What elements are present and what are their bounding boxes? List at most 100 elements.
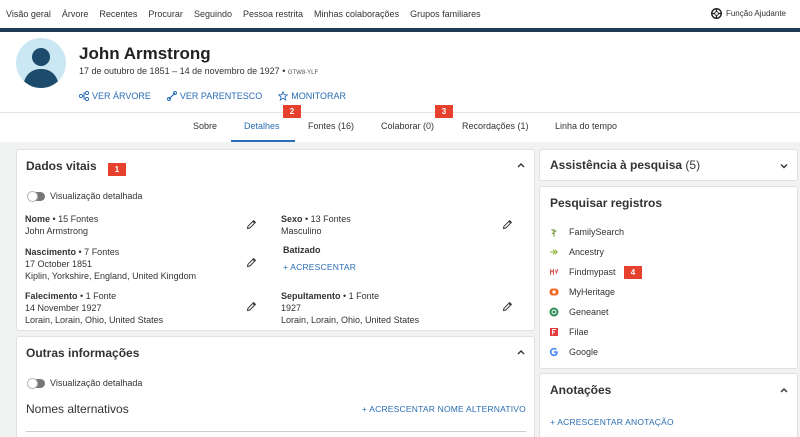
fact-sex-count[interactable]: • 13 Fontes bbox=[303, 214, 351, 224]
fact-burial-date: 1927 bbox=[281, 303, 302, 313]
fact-christening: Batizado bbox=[283, 244, 321, 256]
chevron-up-icon[interactable] bbox=[516, 160, 526, 170]
nav-restricted-person[interactable]: Pessoa restrita bbox=[243, 9, 303, 19]
chevron-up-icon[interactable] bbox=[779, 385, 789, 395]
record-google[interactable]: Google bbox=[549, 347, 598, 357]
edit-name-pencil-icon[interactable] bbox=[246, 219, 257, 230]
search-records-title: Pesquisar registros bbox=[550, 196, 663, 210]
avatar bbox=[16, 38, 66, 88]
edit-death-pencil-icon[interactable] bbox=[246, 301, 257, 312]
tab-sources[interactable]: Fontes (16) bbox=[308, 121, 354, 131]
record-label: Ancestry bbox=[569, 247, 605, 257]
ancestry-leaf-icon bbox=[550, 249, 558, 255]
tab-collaborate[interactable]: Colaborar (0) bbox=[381, 121, 434, 131]
fact-sex: Sexo • 13 Fontes Masculino bbox=[281, 213, 351, 237]
record-geneanet[interactable]: Geneanet bbox=[549, 307, 609, 317]
familysearch-tree-icon bbox=[551, 229, 557, 237]
tab-about[interactable]: Sobre bbox=[193, 121, 217, 131]
add-alternate-name-link[interactable]: + ACRESCENTAR NOME ALTERNATIVO bbox=[362, 404, 526, 414]
nav-tree[interactable]: Árvore bbox=[62, 9, 89, 19]
fact-name-value: John Armstrong bbox=[25, 226, 89, 236]
fact-sex-label: Sexo bbox=[281, 214, 303, 224]
research-help-card[interactable]: Assistência à pesquisa (5) bbox=[539, 149, 798, 181]
view-relationship-label: VER PARENTESCO bbox=[179, 91, 263, 101]
detailed-view-toggle[interactable] bbox=[27, 191, 45, 202]
research-help-label: Assistência à pesquisa bbox=[550, 158, 683, 172]
google-icon bbox=[549, 347, 558, 357]
edit-sex-pencil-icon[interactable] bbox=[502, 219, 513, 230]
watch-button[interactable]: MONITORAR bbox=[278, 91, 346, 101]
tab-memories[interactable]: Recordações (1) bbox=[462, 121, 529, 131]
record-findmypast[interactable]: Findmypast bbox=[549, 267, 616, 277]
person-id[interactable]: GTW8-YLF bbox=[288, 70, 318, 76]
detailed-view-label: Visualização detalhada bbox=[50, 191, 143, 201]
detailed-view-toggle[interactable] bbox=[27, 378, 45, 389]
tab-timeline[interactable]: Linha do tempo bbox=[555, 121, 617, 131]
tree-icon bbox=[79, 91, 89, 101]
other-info-title: Outras informações bbox=[26, 346, 140, 360]
search-records-card: Pesquisar registros bbox=[539, 186, 798, 369]
toggle-knob bbox=[27, 191, 38, 202]
filae-icon bbox=[550, 328, 558, 336]
chevron-down-icon[interactable] bbox=[779, 161, 789, 171]
fact-birth-place: Kiplin, Yorkshire, England, United Kingd… bbox=[25, 271, 197, 281]
record-familysearch[interactable]: FamilySearch bbox=[549, 227, 624, 237]
alternate-names-heading: Nomes alternativos bbox=[26, 402, 129, 416]
nav-family-groups[interactable]: Grupos familiares bbox=[410, 9, 481, 19]
view-relationship-button[interactable]: VER PARENTESCO bbox=[166, 91, 263, 101]
vitals-title: Dados vitais bbox=[26, 159, 97, 173]
fact-name-label: Nome bbox=[25, 214, 51, 224]
edit-birth-pencil-icon[interactable] bbox=[246, 257, 257, 268]
annotation-badge-3: 3 bbox=[435, 105, 453, 118]
notes-card: Anotações + ACRESCENTAR ANOTAÇÃO bbox=[539, 373, 798, 437]
research-help-title: Assistência à pesquisa (5) bbox=[550, 158, 700, 172]
record-label: Filae bbox=[569, 327, 589, 337]
view-tree-button[interactable]: VER ÁRVORE bbox=[79, 91, 151, 101]
person-silhouette-icon bbox=[23, 48, 59, 88]
toggle-knob bbox=[27, 378, 38, 389]
nav-recents[interactable]: Recentes bbox=[99, 9, 137, 19]
fact-burial: Sepultamento • 1 Fonte 1927 Lorain, Lora… bbox=[281, 290, 419, 326]
fact-birth-date: 17 October 1851 bbox=[25, 259, 93, 269]
relationship-icon bbox=[166, 91, 177, 101]
view-tree-label: VER ÁRVORE bbox=[92, 91, 151, 101]
annotation-badge-4: 4 bbox=[624, 266, 642, 279]
findmypast-icon bbox=[550, 268, 559, 275]
myheritage-icon bbox=[549, 288, 559, 296]
person-actions: VER ÁRVORE VER PARENTESCO MONITORAR bbox=[79, 91, 362, 101]
nav-find[interactable]: Procurar bbox=[148, 9, 183, 19]
helper-role-button[interactable]: Função Ajudante bbox=[710, 8, 786, 19]
add-note-link[interactable]: + ACRESCENTAR ANOTAÇÃO bbox=[550, 417, 674, 427]
fact-birth-count[interactable]: • 7 Fontes bbox=[76, 247, 120, 257]
nav-my-contributions[interactable]: Minhas colaborações bbox=[314, 9, 399, 19]
helper-label: Função Ajudante bbox=[725, 9, 786, 18]
tab-details[interactable]: Detalhes bbox=[244, 121, 280, 131]
top-navigation: Visão geral Árvore Recentes Procurar Seg… bbox=[0, 0, 800, 28]
nav-overview[interactable]: Visão geral bbox=[6, 9, 51, 19]
lifespan: 17 de outubro de 1851 – 14 de novembro d… bbox=[79, 66, 280, 76]
record-myheritage[interactable]: MyHeritage bbox=[549, 287, 615, 297]
fact-burial-place: Lorain, Lorain, Ohio, United States bbox=[281, 315, 420, 325]
vitals-card: Dados vitais Visualização detalhada Nome… bbox=[16, 149, 535, 331]
record-label: Findmypast bbox=[569, 267, 616, 277]
chevron-up-icon[interactable] bbox=[516, 347, 526, 357]
detailed-view-label: Visualização detalhada bbox=[50, 378, 143, 388]
record-label: MyHeritage bbox=[569, 287, 616, 297]
other-info-card: Outras informações Visualização detalhad… bbox=[16, 336, 535, 437]
fact-burial-label: Sepultamento bbox=[281, 291, 341, 301]
fact-burial-count[interactable]: • 1 Fonte bbox=[341, 291, 379, 301]
record-label: Geneanet bbox=[569, 307, 609, 317]
add-christening-link[interactable]: + ACRESCENTAR bbox=[283, 262, 356, 272]
record-filae[interactable]: Filae bbox=[549, 327, 589, 337]
record-ancestry[interactable]: Ancestry bbox=[549, 247, 604, 257]
fact-christening-label: Batizado bbox=[283, 245, 321, 255]
fact-death-count[interactable]: • 1 Fonte bbox=[78, 291, 116, 301]
edit-burial-pencil-icon[interactable] bbox=[502, 301, 513, 312]
fact-death: Falecimento • 1 Fonte 14 November 1927 L… bbox=[25, 290, 163, 326]
fact-birth: Nascimento • 7 Fontes 17 October 1851 Ki… bbox=[25, 246, 196, 282]
nav-following[interactable]: Seguindo bbox=[194, 9, 232, 19]
annotation-badge-1: 1 bbox=[108, 163, 126, 176]
geneanet-icon bbox=[549, 307, 559, 317]
fact-name-count[interactable]: • 15 Fontes bbox=[50, 214, 99, 224]
active-tab-indicator bbox=[231, 140, 295, 142]
